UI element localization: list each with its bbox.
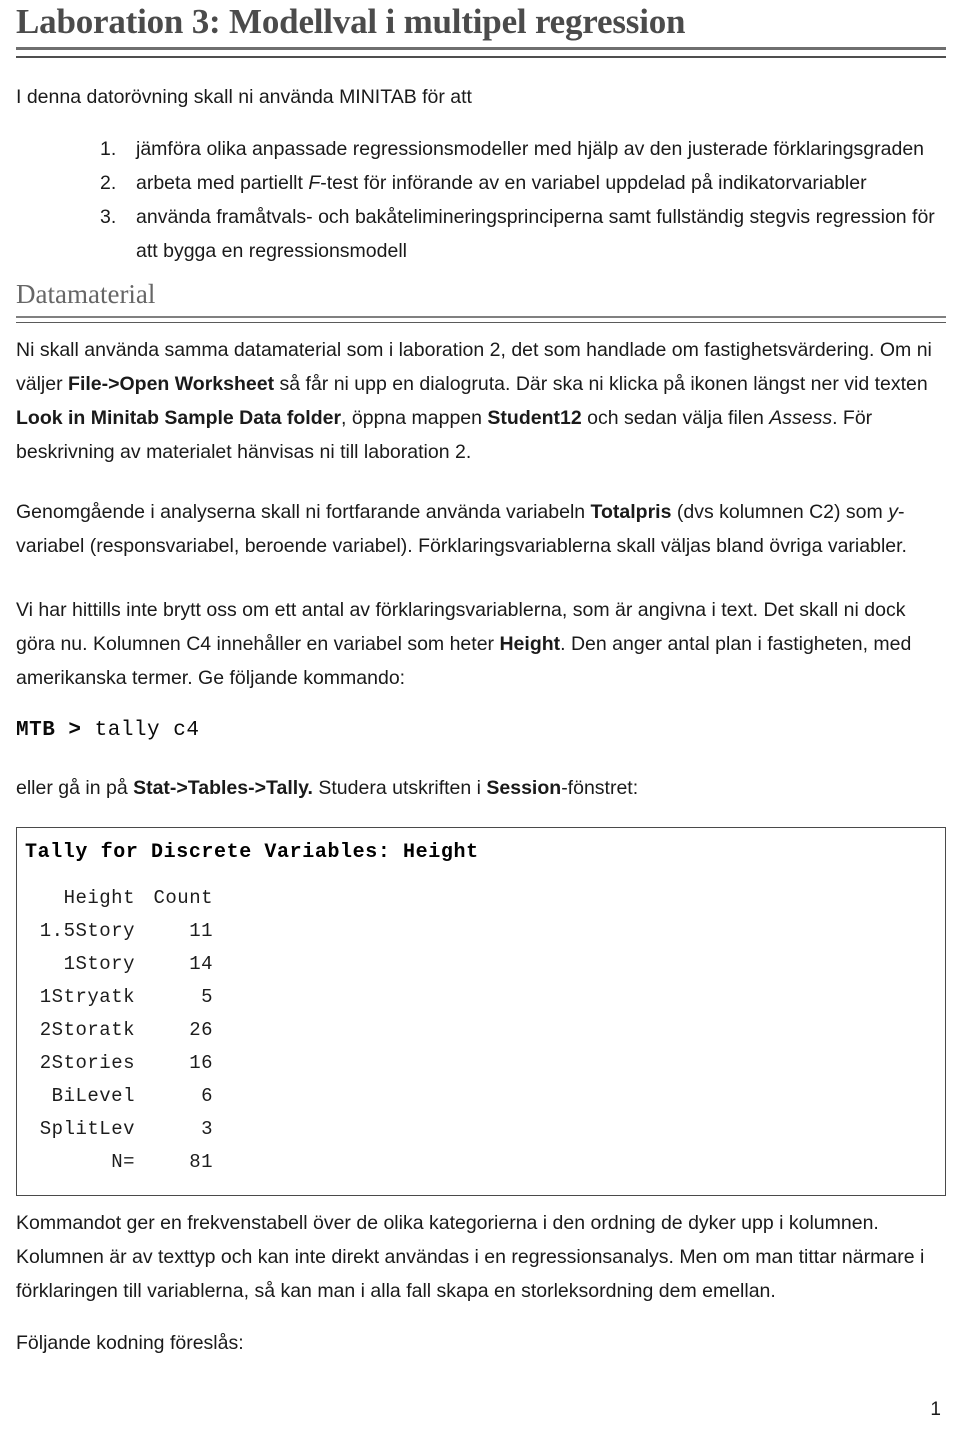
table-row: SplitLev 3: [17, 1113, 213, 1146]
page-content: Laboration 3: Modellval i multipel regre…: [16, 0, 948, 1360]
document-page: Laboration 3: Modellval i multipel regre…: [0, 0, 960, 1436]
table-row: BiLevel 6: [17, 1080, 213, 1113]
cell-count: 14: [189, 953, 213, 975]
cell-count: 6: [201, 1085, 213, 1107]
cell-category: SplitLev: [39, 1118, 135, 1140]
paragraph-stat-tables-tally: eller gå in på Stat->Tables->Tally. Stud…: [16, 777, 639, 799]
list-item-label: jämföra olika anpassade regressionsmodel…: [136, 138, 925, 160]
cell-total-value: 81: [189, 1151, 213, 1173]
task-list: 1. jämföra olika anpassade regressionsmo…: [16, 132, 948, 268]
table-row: 1Stryatk 5: [17, 981, 213, 1014]
cell-category: 1Stryatk: [39, 986, 135, 1008]
mtb-command-line: MTB > tally c4: [16, 717, 948, 745]
list-item-number: 1.: [100, 138, 117, 160]
cell-category: 2Storatk: [39, 1019, 135, 1041]
mtb-command-text: tally c4: [81, 719, 200, 742]
cell-total-label: N=: [111, 1151, 135, 1173]
list-item-label: arbeta med partiellt F-test för införand…: [136, 172, 867, 194]
table-row: 2Storatk 26: [17, 1014, 213, 1047]
column-header-count: Count: [153, 887, 213, 909]
cell-category: 2Stories: [39, 1052, 135, 1074]
list-item: 3. använda framåtvals- och bakåteliminer…: [16, 200, 948, 268]
cell-category: BiLevel: [51, 1085, 135, 1107]
paragraph-frekvenstabell: Kommandot ger en frekvenstabell över de …: [16, 1212, 925, 1302]
intro-paragraph: I denna datorövning skall ni använda MIN…: [16, 86, 472, 108]
output-title: Tally for Discrete Variables: Height: [25, 841, 479, 864]
section-heading-datamaterial: Datamaterial: [16, 279, 156, 309]
section-divider: [16, 316, 946, 323]
minitab-session-output: Tally for Discrete Variables: Height Hei…: [16, 827, 946, 1196]
paragraph-totalpris: Genomgående i analyserna skall ni fortfa…: [16, 501, 907, 557]
tally-table: Height Count 1.5Story 11 1Story 14 1Stry…: [17, 882, 213, 1179]
list-item: 2. arbeta med partiellt F-test för inför…: [16, 166, 948, 200]
list-item-number: 3.: [100, 206, 117, 228]
cell-count: 3: [201, 1118, 213, 1140]
mtb-prompt: MTB >: [16, 719, 82, 742]
cell-count: 16: [189, 1052, 213, 1074]
cell-category: 1Story: [63, 953, 135, 975]
table-header-row: Height Count: [17, 882, 213, 915]
list-item: 1. jämföra olika anpassade regressionsmo…: [16, 132, 948, 166]
table-row: 2Stories 16: [17, 1047, 213, 1080]
list-item-number: 2.: [100, 172, 117, 194]
table-row: 1.5Story 11: [17, 915, 213, 948]
table-row: 1Story 14: [17, 948, 213, 981]
page-number: 1: [930, 1399, 941, 1420]
paragraph-datamaterial: Ni skall använda samma datamaterial som …: [16, 339, 932, 463]
page-title: Laboration 3: Modellval i multipel regre…: [16, 2, 686, 41]
cell-count: 11: [189, 920, 213, 942]
cell-count: 5: [201, 986, 213, 1008]
cell-category: 1.5Story: [39, 920, 135, 942]
table-total-row: N= 81: [17, 1146, 213, 1179]
cell-count: 26: [189, 1019, 213, 1041]
paragraph-height: Vi har hittills inte brytt oss om ett an…: [16, 599, 912, 689]
paragraph-kodning: Följande kodning föreslås:: [16, 1332, 244, 1354]
list-item-label: använda framåtvals- och bakåteliminering…: [136, 206, 935, 262]
column-header-height: Height: [63, 887, 135, 909]
title-divider: [16, 47, 946, 58]
